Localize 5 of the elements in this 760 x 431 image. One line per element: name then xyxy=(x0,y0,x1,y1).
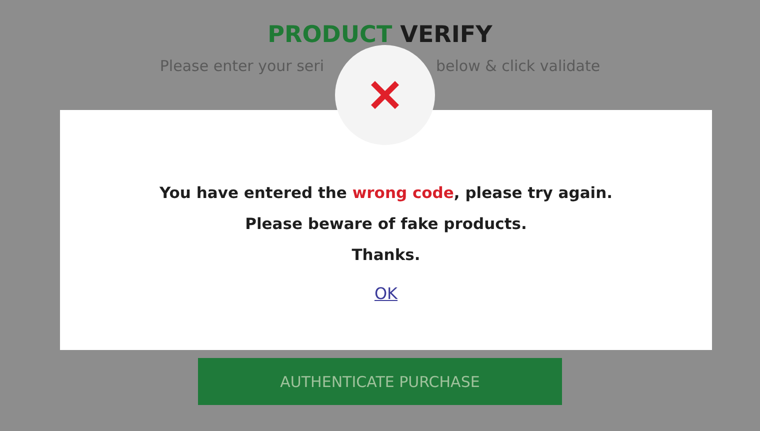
message-text: You have entered the wrong code, please try again. xyxy=(159,183,613,204)
page-title: PRODUCT VERIFY xyxy=(268,21,492,50)
message-text: Thanks. xyxy=(352,245,420,266)
ok-link[interactable]: OK xyxy=(374,284,398,303)
message-text: Please beware of fake products. xyxy=(245,214,527,235)
